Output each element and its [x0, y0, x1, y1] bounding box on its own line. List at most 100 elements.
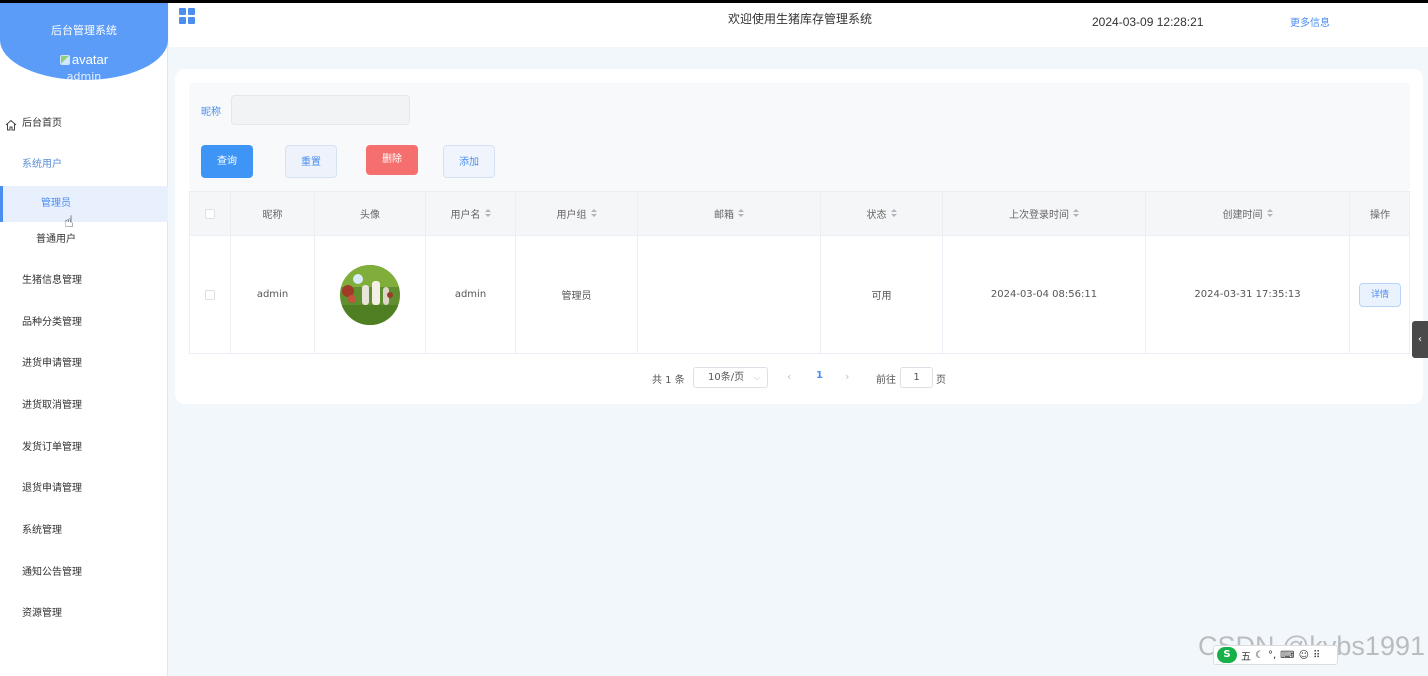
detail-button[interactable]: 详情 — [1359, 282, 1401, 307]
delete-button[interactable]: 删除 — [366, 145, 418, 175]
column-header-usergroup[interactable]: 用户组 — [516, 192, 638, 235]
pagination: 共 1 条 10条/页 ⌵ ‹ 1 › 前往 1 页 — [0, 367, 1428, 389]
cell-username: admin — [426, 236, 516, 353]
top-bar: 欢迎使用生猪库存管理系统 2024-03-09 12:28:21 更多信息 — [169, 3, 1428, 47]
column-header-actions: 操作 — [1350, 192, 1410, 235]
column-header-label: 操作 — [1370, 210, 1390, 221]
sort-icon[interactable] — [738, 209, 744, 218]
sidebar: 后台管理系统 avatar admin 后台首页 系统用户 管理员 普通用户 生… — [0, 0, 168, 676]
home-icon — [5, 119, 17, 131]
cell-actions: 详情 — [1350, 236, 1410, 353]
menu-item-normal-users[interactable]: 普通用户 — [0, 222, 168, 258]
column-header-label: 昵称 — [262, 210, 283, 221]
menu-item-breed-category[interactable]: 品种分类管理 — [0, 305, 168, 341]
column-header-label: 头像 — [360, 210, 380, 221]
menu-item-label: 后台首页 — [22, 118, 62, 129]
column-header-username[interactable]: 用户名 — [426, 192, 516, 235]
ime-toolbar[interactable]: S 五 ☾ °, ⌨ ☺ ⠿ — [1213, 645, 1338, 665]
column-header-status[interactable]: 状态 — [821, 192, 943, 235]
page-size-value: 10条/页 — [708, 372, 745, 383]
column-header-label: 上次登录时间 — [1009, 210, 1069, 221]
menu-item-label: 系统用户 — [22, 159, 62, 170]
chevron-left-icon: ‹ — [1418, 334, 1422, 345]
cell-status: 可用 — [821, 236, 943, 353]
menu-item-label: 资源管理 — [22, 608, 62, 619]
query-button[interactable]: 查询 — [201, 145, 253, 178]
cell-created: 2024-03-31 17:35:13 — [1146, 236, 1350, 353]
column-header-last-login[interactable]: 上次登录时间 — [943, 192, 1146, 235]
sort-icon[interactable] — [484, 209, 491, 218]
avatar[interactable]: avatar — [0, 52, 168, 67]
page-size-select[interactable]: 10条/页 ⌵ — [693, 367, 768, 388]
ime-logo-icon: S — [1217, 647, 1237, 663]
column-header-label: 状态 — [866, 210, 887, 221]
prev-page-icon[interactable]: ‹ — [787, 370, 791, 383]
system-title: 后台管理系统 — [51, 24, 117, 37]
reset-button[interactable]: 重置 — [285, 145, 337, 178]
sort-icon[interactable] — [590, 209, 597, 218]
moon-icon: ☾ — [1255, 649, 1264, 661]
table-header: 昵称 头像 用户名 用户组 邮箱 状态 上次登录时间 创建时间 操作 — [190, 192, 1409, 236]
punctuation-icon: °, — [1267, 649, 1277, 661]
add-button[interactable]: 添加 — [443, 145, 495, 178]
column-header-nickname: 昵称 — [231, 192, 315, 235]
column-header-email[interactable]: 邮箱 — [638, 192, 821, 235]
sort-icon[interactable] — [1073, 209, 1079, 218]
next-page-icon[interactable]: › — [845, 370, 849, 383]
broken-image-icon — [59, 55, 70, 65]
cell-last-login: 2024-03-04 08:56:11 — [943, 236, 1146, 353]
menu-item-resources[interactable]: 资源管理 — [0, 596, 168, 632]
users-table: 昵称 头像 用户名 用户组 邮箱 状态 上次登录时间 创建时间 操作 admin — [189, 191, 1410, 354]
avatar-alt-text: avatar — [71, 52, 109, 67]
menu-item-label: 发货订单管理 — [22, 442, 82, 453]
row-checkbox[interactable] — [205, 289, 215, 300]
sort-icon[interactable] — [1266, 209, 1273, 218]
keyboard-icon: ⌨ — [1280, 649, 1295, 661]
column-header-label: 创建时间 — [1222, 210, 1263, 221]
sidebar-header: 后台管理系统 avatar admin — [0, 0, 168, 83]
cell-nickname: admin — [231, 236, 315, 353]
ime-mode-label: 五 — [1241, 651, 1251, 663]
window-top-border — [0, 0, 1428, 3]
user-icon: ☺ — [1298, 649, 1310, 661]
menu-item-home[interactable]: 后台首页 — [0, 106, 168, 142]
goto-label: 前往 — [876, 375, 896, 386]
page-number-current[interactable]: 1 — [816, 370, 823, 381]
hand-cursor-icon: ☝ — [64, 212, 74, 231]
cell-avatar — [315, 236, 426, 353]
more-info-link[interactable]: 更多信息 — [1290, 14, 1330, 29]
menu-item-label: 通知公告管理 — [22, 567, 82, 578]
nickname-label: 昵称 — [201, 107, 221, 118]
page-suffix-label: 页 — [936, 375, 946, 386]
menu-item-purchase-cancel[interactable]: 进货取消管理 — [0, 388, 168, 424]
menu-item-admins[interactable]: 管理员 — [0, 186, 168, 222]
menu-item-label: 系统管理 — [22, 525, 62, 536]
cell-usergroup: 管理员 — [516, 236, 638, 353]
goto-page-input[interactable]: 1 — [900, 367, 933, 388]
chevron-down-icon: ⌵ — [753, 373, 760, 382]
nickname-search-input[interactable] — [231, 95, 410, 125]
cell-email — [638, 236, 821, 353]
current-datetime: 2024-03-09 12:28:21 — [1092, 15, 1204, 29]
collapse-panel-tab[interactable]: ‹ — [1412, 321, 1428, 358]
menu-item-pig-info[interactable]: 生猪信息管理 — [0, 263, 168, 299]
sort-icon[interactable] — [890, 209, 897, 218]
menu-item-label: 品种分类管理 — [22, 317, 82, 328]
menu-item-return-request[interactable]: 退货申请管理 — [0, 471, 168, 507]
current-user-name: admin — [66, 70, 102, 83]
welcome-text: 欢迎使用生猪库存管理系统 — [728, 12, 873, 26]
select-all-checkbox[interactable] — [205, 208, 215, 219]
avatar-photo — [340, 264, 400, 325]
pagination-total: 共 1 条 — [652, 375, 685, 386]
menu-item-label: 进货取消管理 — [22, 400, 82, 411]
menu-item-label: 退货申请管理 — [22, 483, 82, 494]
column-header-avatar: 头像 — [315, 192, 426, 235]
menu-item-notices[interactable]: 通知公告管理 — [0, 555, 168, 591]
header-select-all — [190, 192, 231, 235]
menu-item-shipping-orders[interactable]: 发货订单管理 — [0, 430, 168, 466]
menu-item-system-management[interactable]: 系统管理 — [0, 513, 168, 549]
table-row: admin admin 管理员 可用 2024-03-04 08:56:11 2… — [190, 236, 1409, 353]
column-header-created[interactable]: 创建时间 — [1146, 192, 1350, 235]
menu-toggle-grid-icon[interactable] — [179, 8, 195, 24]
menu-group-system-users[interactable]: 系统用户 — [0, 147, 168, 183]
